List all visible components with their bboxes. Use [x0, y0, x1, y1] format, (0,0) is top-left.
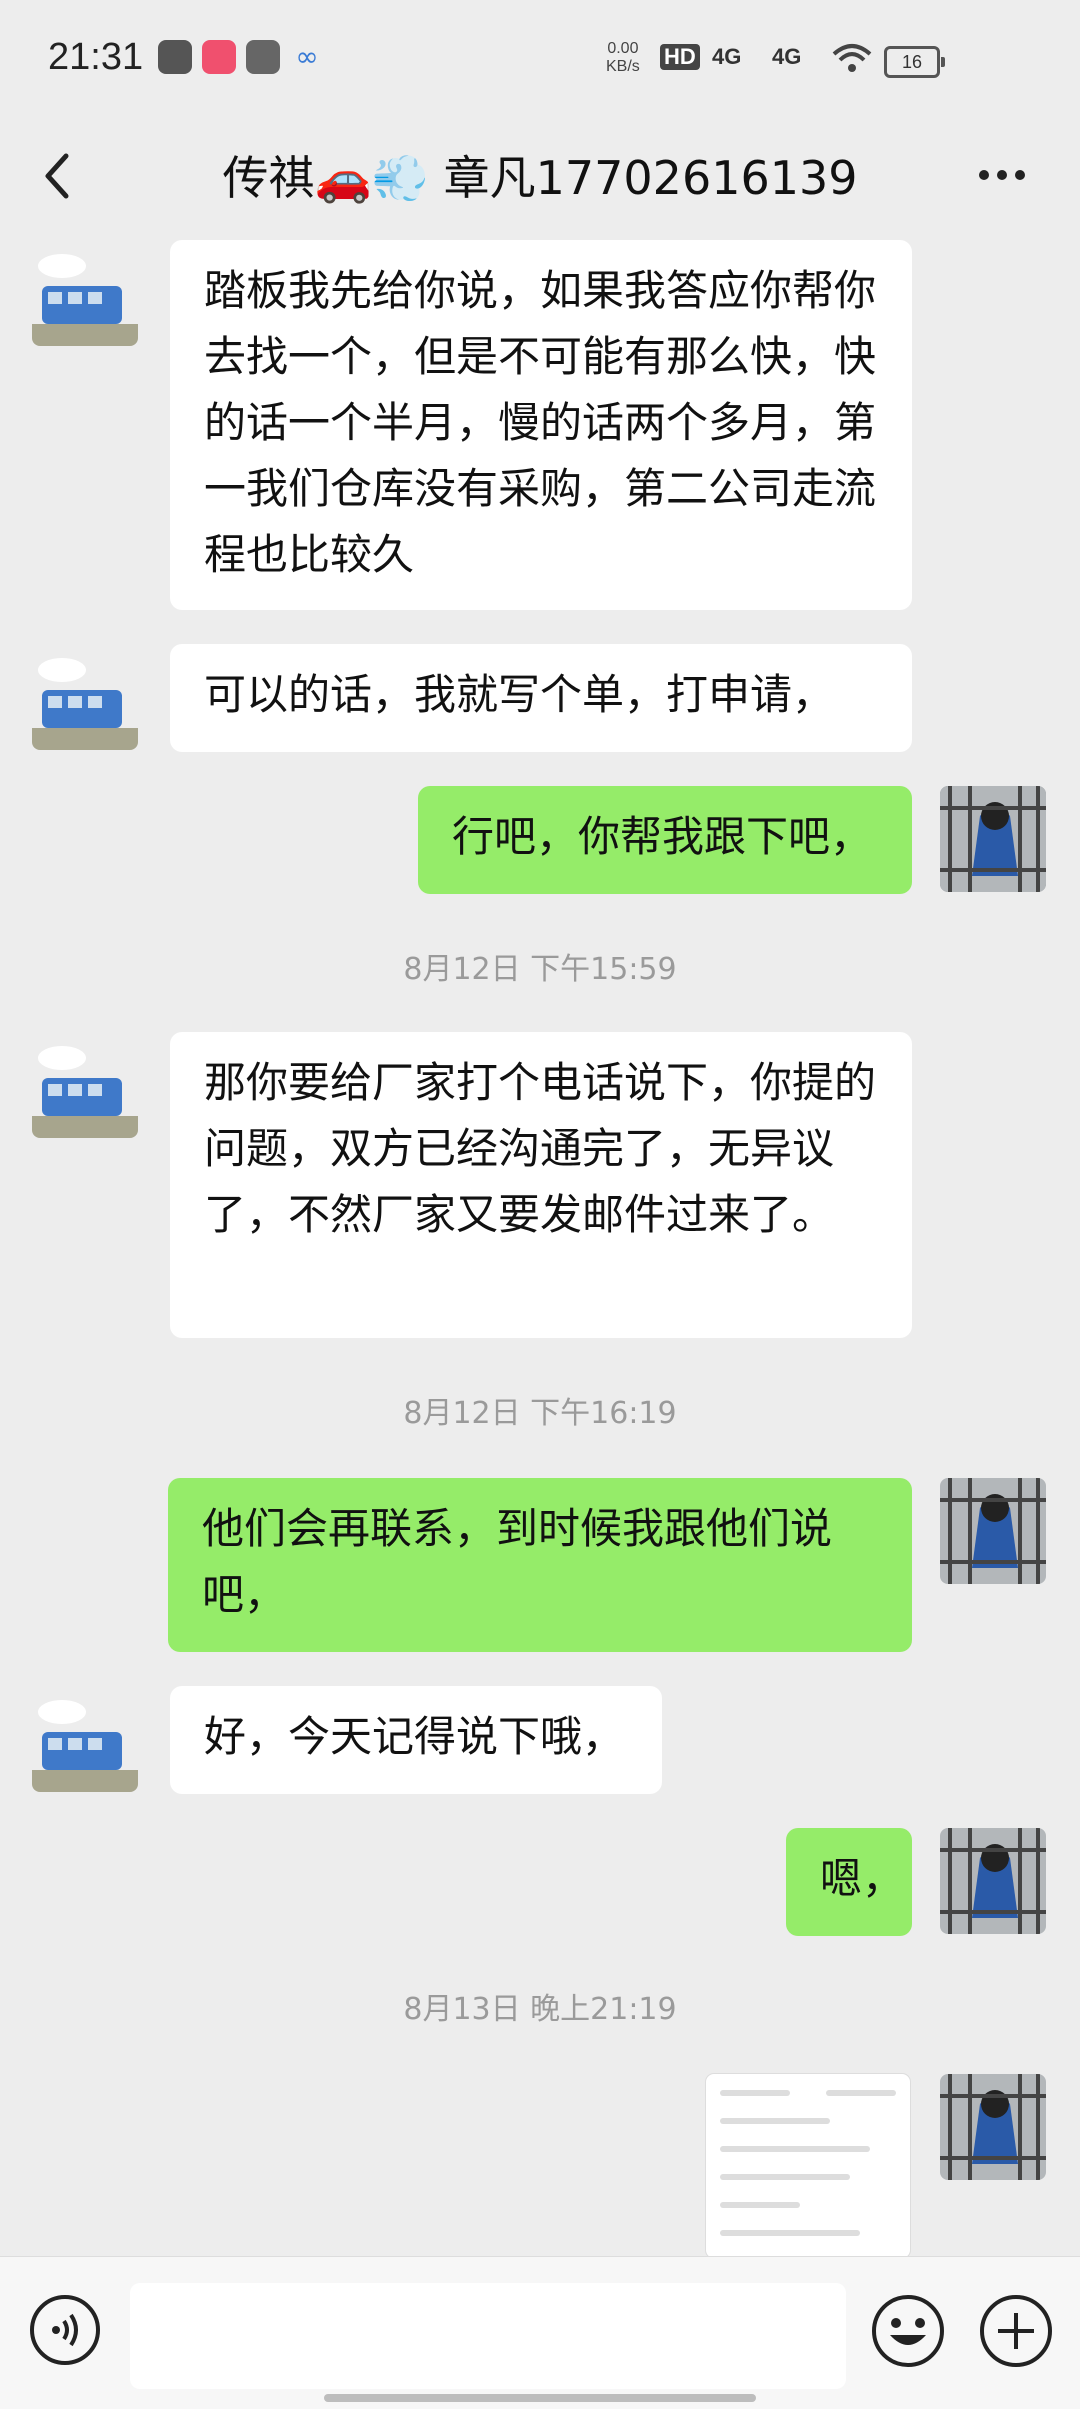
app-icon	[202, 40, 236, 74]
status-bar: 21:31 ∞ 0.00 KB/s HD 4G 4G 16	[0, 0, 1080, 120]
battery-indicator: 16	[884, 46, 945, 78]
signal-4g-1: 4G	[712, 44, 742, 69]
plus-icon[interactable]	[978, 2293, 1054, 2369]
wifi-icon	[832, 44, 872, 72]
message-bubble-incoming[interactable]: 可以的话，我就写个单，打申请，	[170, 644, 912, 752]
message-bubble-outgoing[interactable]: 嗯，	[786, 1828, 912, 1936]
chat-header: 传祺🚗💨 章凡17702616139	[0, 120, 1080, 240]
telegram-icon	[158, 40, 192, 74]
back-arrow-icon[interactable]	[30, 146, 90, 206]
message-bubble-incoming[interactable]: 好，今天记得说下哦，	[170, 1686, 662, 1794]
voice-input-icon[interactable]	[28, 2293, 102, 2367]
more-icon[interactable]	[972, 150, 1032, 200]
message-bubble-outgoing[interactable]: 行吧，你帮我跟下吧，	[418, 786, 912, 894]
contact-avatar[interactable]	[32, 644, 138, 750]
status-time: 21:31	[48, 36, 144, 78]
timestamp: 8月12日 下午15:59	[403, 952, 677, 987]
self-avatar[interactable]	[940, 2074, 1046, 2180]
infinity-icon: ∞	[295, 40, 319, 73]
message-bubble-incoming[interactable]: 那你要给厂家打个电话说下，你提的问题，双方已经沟通完了，无异议了，不然厂家又要发…	[170, 1032, 912, 1338]
self-avatar[interactable]	[940, 1478, 1046, 1584]
contact-avatar[interactable]	[32, 1032, 138, 1138]
timestamp: 8月12日 下午16:19	[403, 1396, 677, 1431]
alipay-icon	[246, 40, 280, 74]
timestamp: 8月13日 晚上21:19	[403, 1992, 677, 2027]
message-bubble-incoming[interactable]: 踏板我先给你说，如果我答应你帮你去找一个，但是不可能有那么快，快的话一个半月，慢…	[170, 240, 912, 610]
input-bar	[0, 2256, 1080, 2409]
emoji-icon[interactable]	[870, 2293, 946, 2369]
net-speed-value: 0.00	[607, 40, 639, 57]
self-avatar[interactable]	[940, 786, 1046, 892]
home-indicator[interactable]	[324, 2394, 756, 2402]
contact-avatar[interactable]	[32, 240, 138, 346]
signal-4g-2: 4G	[772, 44, 802, 69]
message-bubble-outgoing[interactable]: 他们会再联系，到时候我跟他们说吧，	[168, 1478, 912, 1652]
contact-avatar[interactable]	[32, 1686, 138, 1792]
net-speed-unit: KB/s	[606, 58, 640, 75]
net-speed: 0.00 KB/s	[606, 40, 640, 76]
image-message-thumbnail[interactable]	[706, 2074, 910, 2258]
chat-title: 传祺🚗💨 章凡17702616139	[222, 151, 858, 205]
self-avatar[interactable]	[940, 1828, 1046, 1934]
message-input[interactable]	[130, 2283, 846, 2389]
hd-badge: HD	[660, 44, 700, 70]
